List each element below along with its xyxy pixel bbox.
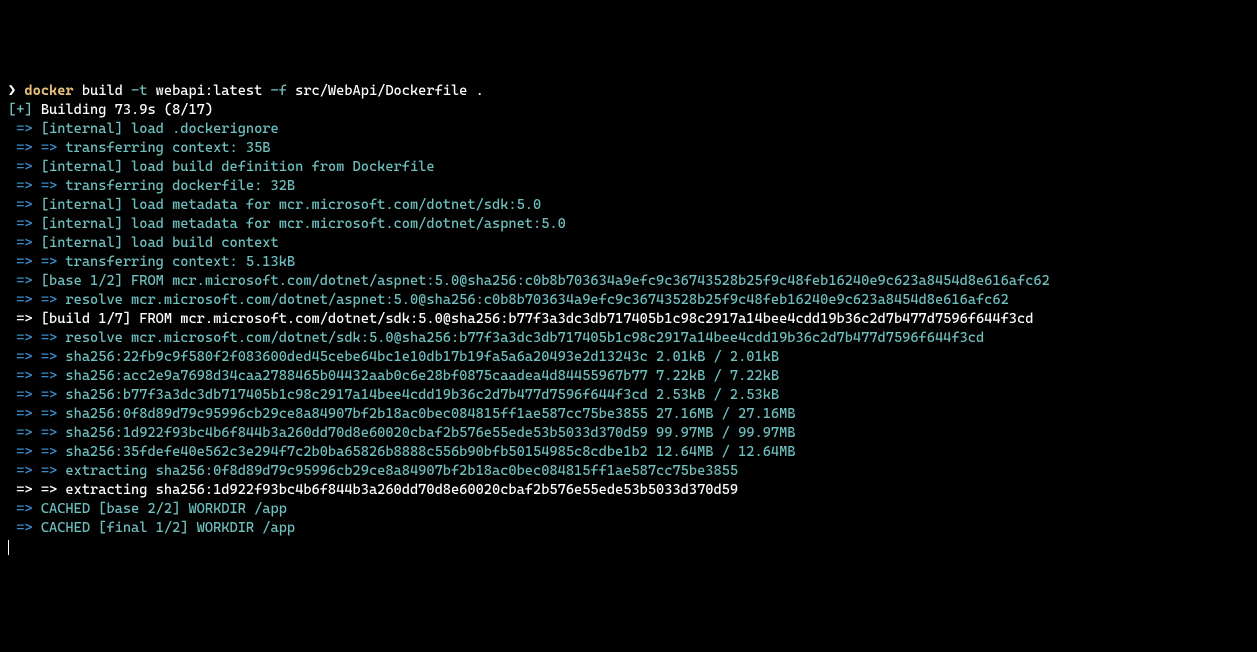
step-arrow: => [41,178,66,194]
step-arrow: => [8,520,41,536]
step-arrow: => [41,444,66,460]
step-arrow: => [8,159,41,175]
step-arrow: => [8,292,41,308]
terminal-line: => => extracting sha256:1d922f93bc4b6f84… [8,481,1249,500]
step-arrow: => [8,463,41,479]
step-arrow: => [8,121,41,137]
step-text: resolve mcr.microsoft.com/dotnet/sdk:5.0… [65,330,984,346]
prompt-caret: ❯ [8,83,24,99]
step-text: sha256:35fdefe40e562c3e294f7c2b0ba65826b… [65,444,795,460]
step-text: [internal] load build context [41,235,279,251]
flag: -f [271,83,287,99]
step-text: transferring context: 5.13kB [65,254,295,270]
step-arrow: => [41,387,66,403]
step-text: extracting sha256:0f8d89d79c95996cb29ce8… [65,463,738,479]
step-arrow: => [41,140,66,156]
step-text: [base 1/2] FROM mcr.microsoft.com/dotnet… [41,273,1050,289]
terminal-line: => [base 1/2] FROM mcr.microsoft.com/dot… [8,272,1249,291]
step-text: [internal] load build definition from Do… [41,159,435,175]
step-arrow: => [8,482,41,498]
terminal-line: => CACHED [final 1/2] WORKDIR /app [8,519,1249,538]
step-arrow: => [8,387,41,403]
step-arrow: => [8,330,41,346]
step-arrow: => [41,406,66,422]
step-arrow: => [8,349,41,365]
step-text: [internal] load .dockerignore [41,121,279,137]
step-arrow: => [41,330,66,346]
step-text: sha256:1d922f93bc4b6f844b3a260dd70d8e600… [65,425,795,441]
terminal-line: => [internal] load .dockerignore [8,120,1249,139]
step-arrow: => [8,273,41,289]
terminal-line: => => sha256:1d922f93bc4b6f844b3a260dd70… [8,424,1249,443]
step-text: [internal] load metadata for mcr.microso… [41,197,541,213]
step-arrow: => [41,254,66,270]
step-arrow: => [8,444,41,460]
terminal-line: => => sha256:35fdefe40e562c3e294f7c2b0ba… [8,443,1249,462]
step-text: extracting sha256:1d922f93bc4b6f844b3a26… [65,482,738,498]
flag: -t [131,83,147,99]
step-arrow: => [8,254,41,270]
terminal-line: ❯ docker build -t webapi:latest -f src/W… [8,82,1249,101]
build-status: Building 73.9s (8/17) [33,102,213,118]
step-text: transferring dockerfile: 32B [65,178,295,194]
step-text: resolve mcr.microsoft.com/dotnet/aspnet:… [65,292,1008,308]
text-cursor [8,540,9,555]
terminal-line: => => sha256:acc2e9a7698d34caa2788465b04… [8,367,1249,386]
step-text: sha256:22fb9c9f580f2f083600ded45cebe64bc… [65,349,779,365]
build-spinner: [+] [8,102,33,118]
terminal-line: => => transferring dockerfile: 32B [8,177,1249,196]
terminal-output: ❯ docker build -t webapi:latest -f src/W… [8,82,1249,557]
step-text: transferring context: 35B [65,140,270,156]
command-name: docker [24,83,73,99]
terminal-line: => => resolve mcr.microsoft.com/dotnet/a… [8,291,1249,310]
step-arrow: => [8,406,41,422]
terminal-line: => CACHED [base 2/2] WORKDIR /app [8,500,1249,519]
step-arrow: => [8,178,41,194]
terminal-line: => [build 1/7] FROM mcr.microsoft.com/do… [8,310,1249,329]
terminal-line: => => resolve mcr.microsoft.com/dotnet/s… [8,329,1249,348]
step-arrow: => [8,197,41,213]
step-text: [internal] load metadata for mcr.microso… [41,216,566,232]
step-arrow: => [41,463,66,479]
terminal-line: => [internal] load build context [8,234,1249,253]
step-arrow: => [8,311,41,327]
terminal-line: => => transferring context: 5.13kB [8,253,1249,272]
terminal-line: => => sha256:b77f3a3dc3db717405b1c98c291… [8,386,1249,405]
step-arrow: => [41,482,66,498]
step-arrow: => [8,425,41,441]
terminal-line: => [internal] load build definition from… [8,158,1249,177]
step-arrow: => [41,425,66,441]
step-text: sha256:b77f3a3dc3db717405b1c98c2917a14be… [65,387,779,403]
terminal-line: => [internal] load metadata for mcr.micr… [8,215,1249,234]
arg: webapi:latest [147,83,270,99]
step-arrow: => [8,216,41,232]
step-arrow: => [8,368,41,384]
terminal-line: => => transferring context: 35B [8,139,1249,158]
terminal-line: => [internal] load metadata for mcr.micr… [8,196,1249,215]
step-arrow: => [41,368,66,384]
step-text: sha256:acc2e9a7698d34caa2788465b04432aab… [65,368,779,384]
step-text: sha256:0f8d89d79c95996cb29ce8a84907bf2b1… [65,406,795,422]
terminal-line: => => sha256:22fb9c9f580f2f083600ded45ce… [8,348,1249,367]
step-text: [build 1/7] FROM mcr.microsoft.com/dotne… [41,311,1034,327]
terminal-line: => => sha256:0f8d89d79c95996cb29ce8a8490… [8,405,1249,424]
step-arrow: => [41,349,66,365]
step-arrow: => [8,235,41,251]
terminal-line: => => extracting sha256:0f8d89d79c95996c… [8,462,1249,481]
step-text: CACHED [final 1/2] WORKDIR /app [41,520,295,536]
command-sub: build [74,83,131,99]
step-arrow: => [41,292,66,308]
terminal-line: [+] Building 73.9s (8/17) [8,101,1249,120]
step-arrow: => [8,140,41,156]
terminal-line [8,538,1249,557]
arg: src/WebApi/Dockerfile . [287,83,484,99]
